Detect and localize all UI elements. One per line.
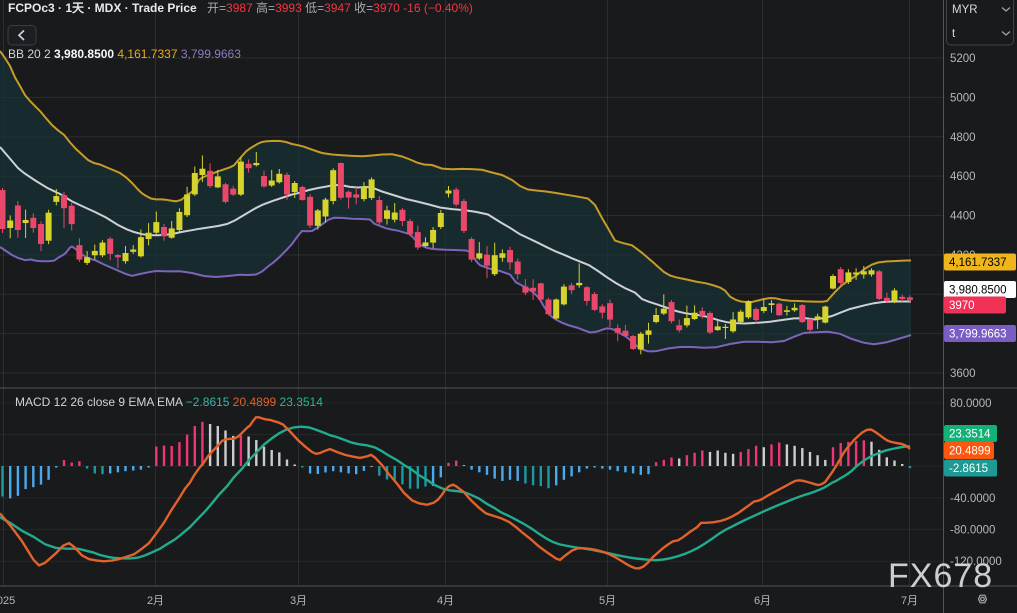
svg-text:FCPOc3 · 1天 · MDX · Trade Pric: FCPOc3 · 1天 · MDX · Trade Price: [8, 1, 197, 15]
svg-text:23.3514: 23.3514: [949, 429, 991, 441]
svg-text:6月: 6月: [754, 595, 771, 607]
svg-text:4800: 4800: [950, 132, 976, 144]
svg-text:7月: 7月: [901, 595, 918, 607]
svg-text:5月: 5月: [599, 595, 616, 607]
svg-text:BB 20 2 3,980.8500 4,161.733: BB 20 2 3,980.8500 4,161.7337 3,799.9663: [8, 47, 241, 61]
svg-text:3970: 3970: [949, 300, 975, 312]
svg-text:-40.0000: -40.0000: [950, 493, 995, 505]
svg-text:MYR: MYR: [952, 4, 978, 16]
svg-text:-2.8615: -2.8615: [949, 463, 988, 475]
svg-text:2月: 2月: [147, 595, 164, 607]
svg-text:开=3987 高=3993 低=3947 收=3970 -1: 开=3987 高=3993 低=3947 收=3970 -16 (−0.40%): [207, 0, 473, 15]
svg-text:4600: 4600: [950, 171, 976, 183]
svg-text:3600: 3600: [950, 368, 976, 380]
svg-text:3,980.8500: 3,980.8500: [949, 285, 1007, 297]
svg-text:5000: 5000: [950, 92, 976, 104]
svg-text:4400: 4400: [950, 211, 976, 223]
svg-text:-80.0000: -80.0000: [950, 525, 995, 537]
svg-text:4,161.7337: 4,161.7337: [949, 257, 1007, 269]
svg-text:2025: 2025: [0, 595, 15, 607]
svg-text:20.4899: 20.4899: [949, 446, 991, 458]
svg-text:MACD 12 26 close 9 EMA EMA −2: MACD 12 26 close 9 EMA EMA −2.8615 20.48…: [15, 395, 323, 409]
svg-text:3月: 3月: [290, 595, 307, 607]
svg-text:80.0000: 80.0000: [950, 398, 992, 410]
svg-text:FX678: FX678: [888, 557, 993, 595]
svg-text:3,799.9663: 3,799.9663: [949, 329, 1007, 341]
svg-text:4月: 4月: [437, 595, 454, 607]
svg-text:5200: 5200: [950, 53, 976, 65]
